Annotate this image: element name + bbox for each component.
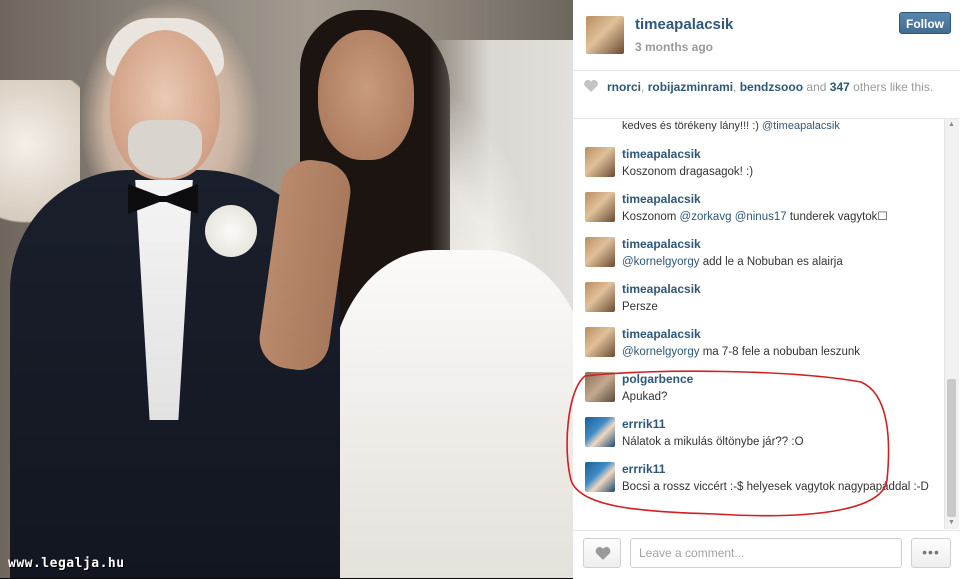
comment-username[interactable]: timeapalacsik xyxy=(622,237,701,251)
comment-text-part: Apukad? xyxy=(622,391,668,403)
comments-scrollbar[interactable]: ▲ ▼ xyxy=(944,119,959,529)
comment-avatar[interactable] xyxy=(585,237,615,267)
likes-and: and xyxy=(806,80,827,94)
avatar[interactable] xyxy=(586,16,624,54)
likes-rest: others like this. xyxy=(853,80,934,94)
comment-avatar[interactable] xyxy=(585,192,615,222)
comment-avatar[interactable] xyxy=(585,417,615,447)
like-user[interactable]: robijazminrami xyxy=(648,80,733,94)
comment-username[interactable]: errrik11 xyxy=(622,462,665,476)
comment-text-part: Bocsi a rossz viccért :-$ helyesek vagyt… xyxy=(622,481,929,493)
comment-item: timeapalacsik Koszonom @zorkavg @ninus17 … xyxy=(583,189,938,234)
comment-text-part: Persze xyxy=(622,301,658,313)
follow-button[interactable]: Follow xyxy=(899,12,951,34)
comment-item: timeapalacsik Koszonom dragasagok! :) xyxy=(583,144,938,189)
comment-item: errrik11 Nálatok a mikulás öltönybe jár??… xyxy=(583,414,938,459)
scroll-down-icon[interactable]: ▼ xyxy=(948,519,955,526)
post-photo xyxy=(0,0,573,578)
like-user[interactable]: bendzsooo xyxy=(740,80,803,94)
likes-summary: rnorci, robijazminrami, bendzsooo and 34… xyxy=(573,70,960,119)
comment-mention[interactable]: @kornelgyorgy xyxy=(622,256,700,268)
comment-text: Nálatok a mikulás öltönybe jár?? :O xyxy=(622,434,932,450)
scroll-up-icon[interactable]: ▲ xyxy=(948,121,955,128)
comment-item: timeapalacsik Persze xyxy=(583,279,938,324)
comment-text-part: Koszonom xyxy=(622,211,680,223)
comments-list[interactable]: kedves és törékeny lány!!! :) @timeapala… xyxy=(573,119,943,531)
comment-avatar[interactable] xyxy=(585,372,615,402)
comment-input[interactable] xyxy=(630,538,902,568)
comment-item: timeapalacsik @kornelgyorgy ma 7-8 fele a… xyxy=(583,324,938,369)
comment-text-part: Nálatok a mikulás öltönybe jár?? :O xyxy=(622,436,804,448)
comment-username[interactable]: polgarbence xyxy=(622,372,693,386)
comment-text: Koszonom @zorkavg @ninus17 tunderek vagy… xyxy=(622,209,932,225)
watermark: www.legalja.hu xyxy=(8,556,125,571)
comment-text-part: Koszonom dragasagok! :) xyxy=(622,166,754,178)
comment-mention[interactable]: @zorkavg xyxy=(680,211,732,223)
ellipsis-icon: ••• xyxy=(922,544,940,560)
comment-avatar[interactable] xyxy=(585,327,615,357)
comment-avatar[interactable] xyxy=(585,282,615,312)
more-options-button[interactable]: ••• xyxy=(911,538,951,568)
post-sidebar: timeapalacsik 3 months ago Follow rnorci… xyxy=(573,0,960,578)
comment-mention[interactable]: @ninus17 xyxy=(735,211,787,223)
comment-text-part: tunderek vagytok☐ xyxy=(786,211,888,223)
comment-text: Persze xyxy=(622,299,932,315)
comment-text: @kornelgyorgy ma 7-8 fele a nobuban lesz… xyxy=(622,344,932,360)
comment-text: kedves és törékeny lány!!! :) xyxy=(622,120,759,132)
comment-avatar[interactable] xyxy=(585,147,615,177)
comment-username[interactable]: timeapalacsik xyxy=(622,282,701,296)
post-time[interactable]: 3 months ago xyxy=(635,40,713,54)
heart-icon xyxy=(595,547,611,560)
bride-dress xyxy=(330,250,573,578)
groom-beard xyxy=(128,120,202,178)
post-username[interactable]: timeapalacsik xyxy=(635,16,733,33)
comment-item: polgarbence Apukad? xyxy=(583,369,938,414)
comment-username[interactable]: timeapalacsik xyxy=(622,147,701,161)
comment-text-part: add le a Nobuban es alairja xyxy=(699,256,843,268)
comment-text: Bocsi a rossz viccért :-$ helyesek vagyt… xyxy=(622,479,932,495)
comment-text-part: ma 7-8 fele a nobuban leszunk xyxy=(699,346,860,358)
bride-face xyxy=(318,30,414,160)
like-button[interactable] xyxy=(583,538,621,568)
cut-comment: kedves és törékeny lány!!! :) @timeapala… xyxy=(622,120,840,132)
comment-mention[interactable]: @timeapalacsik xyxy=(762,120,840,132)
comment-text: Apukad? xyxy=(622,389,932,405)
post-header: timeapalacsik 3 months ago Follow xyxy=(573,0,960,71)
comment-username[interactable]: timeapalacsik xyxy=(622,327,701,341)
comment-username[interactable]: errrik11 xyxy=(622,417,665,431)
comment-avatar[interactable] xyxy=(585,462,615,492)
scroll-thumb[interactable] xyxy=(947,379,956,517)
comment-mention[interactable]: @kornelgyorgy xyxy=(622,346,700,358)
comment-text: @kornelgyorgy add le a Nobuban es alairj… xyxy=(622,254,932,270)
like-user[interactable]: rnorci xyxy=(607,80,641,94)
comment-text: Koszonom dragasagok! :) xyxy=(622,164,932,180)
comment-item: errrik11 Bocsi a rossz viccért :-$ helyes… xyxy=(583,459,938,504)
heart-icon xyxy=(584,79,598,92)
comment-item: timeapalacsik @kornelgyorgy add le a Nobu… xyxy=(583,234,938,279)
boutonniere xyxy=(205,205,257,257)
comment-username[interactable]: timeapalacsik xyxy=(622,192,701,206)
comment-footer: ••• xyxy=(573,530,960,579)
likes-text: rnorci, robijazminrami, bendzsooo and 34… xyxy=(607,80,934,94)
likes-count[interactable]: 347 xyxy=(830,80,850,94)
